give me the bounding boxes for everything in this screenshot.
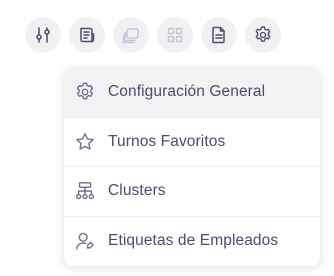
menu-item-label: Turnos Favoritos bbox=[108, 132, 226, 150]
filters-button[interactable] bbox=[25, 17, 61, 53]
user-tag-icon bbox=[74, 230, 96, 252]
hierarchy-icon bbox=[74, 180, 96, 202]
menu-item-favorite-shifts[interactable]: Turnos Favoritos bbox=[64, 118, 320, 167]
menu-item-label: Configuración General bbox=[108, 83, 266, 101]
menu-item-clusters[interactable]: Clusters bbox=[64, 167, 320, 217]
settings-dropdown-menu: Configuración General Turnos Favoritos C… bbox=[64, 68, 320, 266]
grid-icon bbox=[165, 25, 185, 45]
document-icon bbox=[209, 25, 229, 45]
copy-layers-icon bbox=[121, 25, 141, 45]
document-stack-icon bbox=[77, 25, 97, 45]
settings-button[interactable] bbox=[245, 17, 281, 53]
menu-item-label: Clusters bbox=[108, 182, 166, 200]
sliders-icon bbox=[33, 25, 53, 45]
toolbar bbox=[25, 17, 281, 53]
star-icon bbox=[74, 131, 96, 153]
menu-item-general-settings[interactable]: Configuración General bbox=[64, 68, 320, 118]
duplicate-button[interactable] bbox=[113, 17, 149, 53]
menu-item-label: Etiquetas de Empleados bbox=[108, 232, 279, 250]
grid-view-button[interactable] bbox=[157, 17, 193, 53]
documents-button[interactable] bbox=[69, 17, 105, 53]
gear-icon bbox=[253, 25, 273, 45]
gear-icon bbox=[74, 81, 96, 103]
report-button[interactable] bbox=[201, 17, 237, 53]
menu-item-employee-tags[interactable]: Etiquetas de Empleados bbox=[64, 217, 320, 267]
